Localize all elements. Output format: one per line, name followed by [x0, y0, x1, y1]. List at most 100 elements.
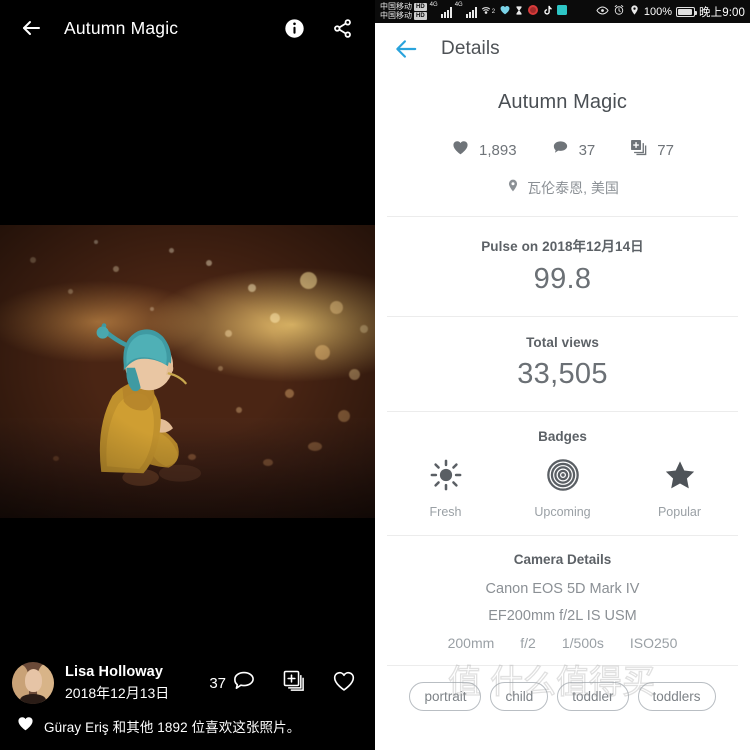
spec-iso: ISO250 [629, 635, 678, 651]
camera-specs: 200mm f/2 1/500s ISO250 [387, 635, 738, 651]
spec-focal-length: 200mm [447, 635, 495, 651]
alarm-clock-icon [613, 4, 625, 19]
status-bar-right: 100% 晚上9:00 [596, 4, 745, 20]
tags-section: portrait child toddler toddlers [375, 666, 750, 721]
photo-image[interactable] [0, 225, 375, 518]
carrier-label: 中国移动 HD 中国移动 HD [380, 1, 427, 21]
share-icon[interactable] [329, 15, 355, 41]
engagement-stats: 1,893 37 77 [375, 138, 750, 178]
comment-button[interactable]: 37 [209, 668, 257, 699]
carrier-name-1: 中国移动 [380, 1, 412, 11]
tag-chip[interactable]: child [490, 682, 549, 711]
info-icon[interactable] [281, 15, 307, 41]
hd-badge-2: HD [414, 12, 427, 21]
heart-filled-icon [16, 714, 35, 738]
signal-bars-1-icon [440, 6, 452, 18]
author-row[interactable]: Lisa Holloway 2018年12月13日 37 [12, 660, 363, 706]
spec-aperture: f/2 [520, 635, 536, 651]
details-topbar: Details [375, 23, 750, 75]
badge-label: Upcoming [534, 505, 591, 519]
status-bar: 中国移动 HD 中国移动 HD 4G 4G 2 100% 晚上9:00 [375, 0, 750, 23]
arrow-left-icon[interactable] [14, 11, 48, 45]
heart-filled-icon [451, 138, 470, 162]
author-name: Lisa Holloway [65, 663, 163, 680]
pulse-section: Pulse on 2018年12月14日 99.8 [375, 217, 750, 316]
camera-details-title: Camera Details [513, 552, 612, 567]
wifi-superscript: 2 [491, 8, 496, 15]
battery-icon [676, 6, 698, 17]
badge-upcoming[interactable]: Upcoming [504, 459, 621, 519]
views-label: Total views [526, 335, 599, 350]
camera-body: Canon EOS 5D Mark IV [485, 581, 640, 597]
likes-summary: Güray Eriş 和其他 1892 位喜欢这张照片。 [12, 706, 363, 742]
location-row[interactable]: 瓦伦泰恩, 美国 [375, 178, 750, 216]
comments-stat[interactable]: 37 [551, 138, 596, 162]
comment-count: 37 [209, 674, 226, 692]
avatar[interactable] [12, 662, 54, 704]
photo-viewer-footer: Lisa Holloway 2018年12月13日 37 Güray Eriş … [0, 650, 375, 750]
tag-chip[interactable]: toddlers [637, 682, 716, 711]
app-screen: Autumn Magic Lisa Holloway 2018年12月13日 3… [0, 0, 750, 750]
location-text: 瓦伦泰恩, 美国 [527, 180, 619, 196]
network-type-2: 4G [454, 2, 463, 8]
details-title: Details [441, 38, 500, 59]
add-to-collection-icon[interactable] [281, 668, 307, 699]
heart-app-icon [499, 4, 511, 19]
arrow-left-icon[interactable] [389, 32, 423, 66]
tag-chip[interactable]: portrait [409, 682, 482, 711]
comments-count: 37 [578, 141, 596, 159]
views-section: Total views 33,505 [375, 317, 750, 411]
photo-title: Autumn Magic [497, 91, 628, 113]
likes-count: 1,893 [479, 141, 517, 159]
comment-icon [231, 668, 257, 699]
camera-lens: EF200mm f/2L IS USM [488, 608, 637, 624]
spec-shutter-speed: 1/500s [561, 635, 604, 651]
photo-action-buttons: 37 [209, 668, 363, 699]
photo-date: 2018年12月13日 [65, 684, 170, 701]
heart-outline-icon[interactable] [331, 668, 357, 699]
concentric-rings-icon [546, 459, 579, 496]
battery-percent: 100% [643, 5, 673, 18]
tag-chip[interactable]: toddler [557, 682, 629, 711]
carrier-name-2: 中国移动 [380, 11, 412, 20]
author-info: Lisa Holloway 2018年12月13日 [65, 664, 169, 703]
likes-text: Güray Eriş 和其他 1892 位喜欢这张照片。 [44, 720, 301, 735]
star-icon [664, 459, 696, 496]
photo-viewer-panel: Autumn Magic Lisa Holloway 2018年12月13日 3… [0, 0, 375, 750]
details-panel: 中国移动 HD 中国移动 HD 4G 4G 2 100% 晚上9:00 Deta… [375, 0, 750, 750]
photo-viewer-actions [281, 15, 361, 41]
location-pin-icon [506, 178, 520, 198]
badge-popular[interactable]: Popular [621, 459, 738, 519]
red-circle-app-icon [527, 4, 539, 19]
badge-label: Popular [657, 505, 702, 519]
location-pin-icon [629, 4, 640, 19]
teal-square-app-icon [556, 4, 568, 19]
collections-count: 77 [657, 141, 674, 159]
likes-stat[interactable]: 1,893 [451, 138, 517, 162]
details-scroll-area[interactable]: Autumn Magic 1,893 37 77 瓦伦泰恩, 美国 Pulse … [375, 75, 750, 721]
comment-filled-icon [551, 138, 570, 162]
clock-time: 晚上9:00 [699, 6, 745, 19]
eye-icon [596, 4, 609, 20]
page-title: Autumn Magic [64, 17, 179, 38]
collections-stat[interactable]: 77 [629, 138, 674, 162]
badges-row: Fresh Upcoming Popular [387, 459, 738, 519]
photo-subject [96, 323, 202, 487]
camera-details-section: Camera Details Canon EOS 5D Mark IV EF20… [375, 536, 750, 665]
badge-fresh[interactable]: Fresh [387, 459, 504, 519]
wifi-hotspot-icon: 2 [480, 6, 496, 18]
add-to-collection-icon [629, 138, 648, 162]
badges-title: Badges [538, 429, 587, 444]
photo-viewer-topbar: Autumn Magic [0, 0, 375, 56]
badges-section: Badges Fresh Upcoming Popular [375, 412, 750, 535]
network-type-1: 4G [429, 2, 438, 8]
hourglass-icon [514, 5, 524, 19]
pulse-value: 99.8 [533, 263, 592, 295]
hd-badge-1: HD [414, 2, 427, 11]
sun-icon [430, 459, 462, 496]
tiktok-icon [542, 4, 553, 19]
pulse-label: Pulse on 2018年12月14日 [481, 239, 644, 254]
badge-label: Fresh [429, 505, 462, 519]
views-value: 33,505 [517, 358, 608, 390]
signal-bars-2-icon [465, 6, 477, 18]
